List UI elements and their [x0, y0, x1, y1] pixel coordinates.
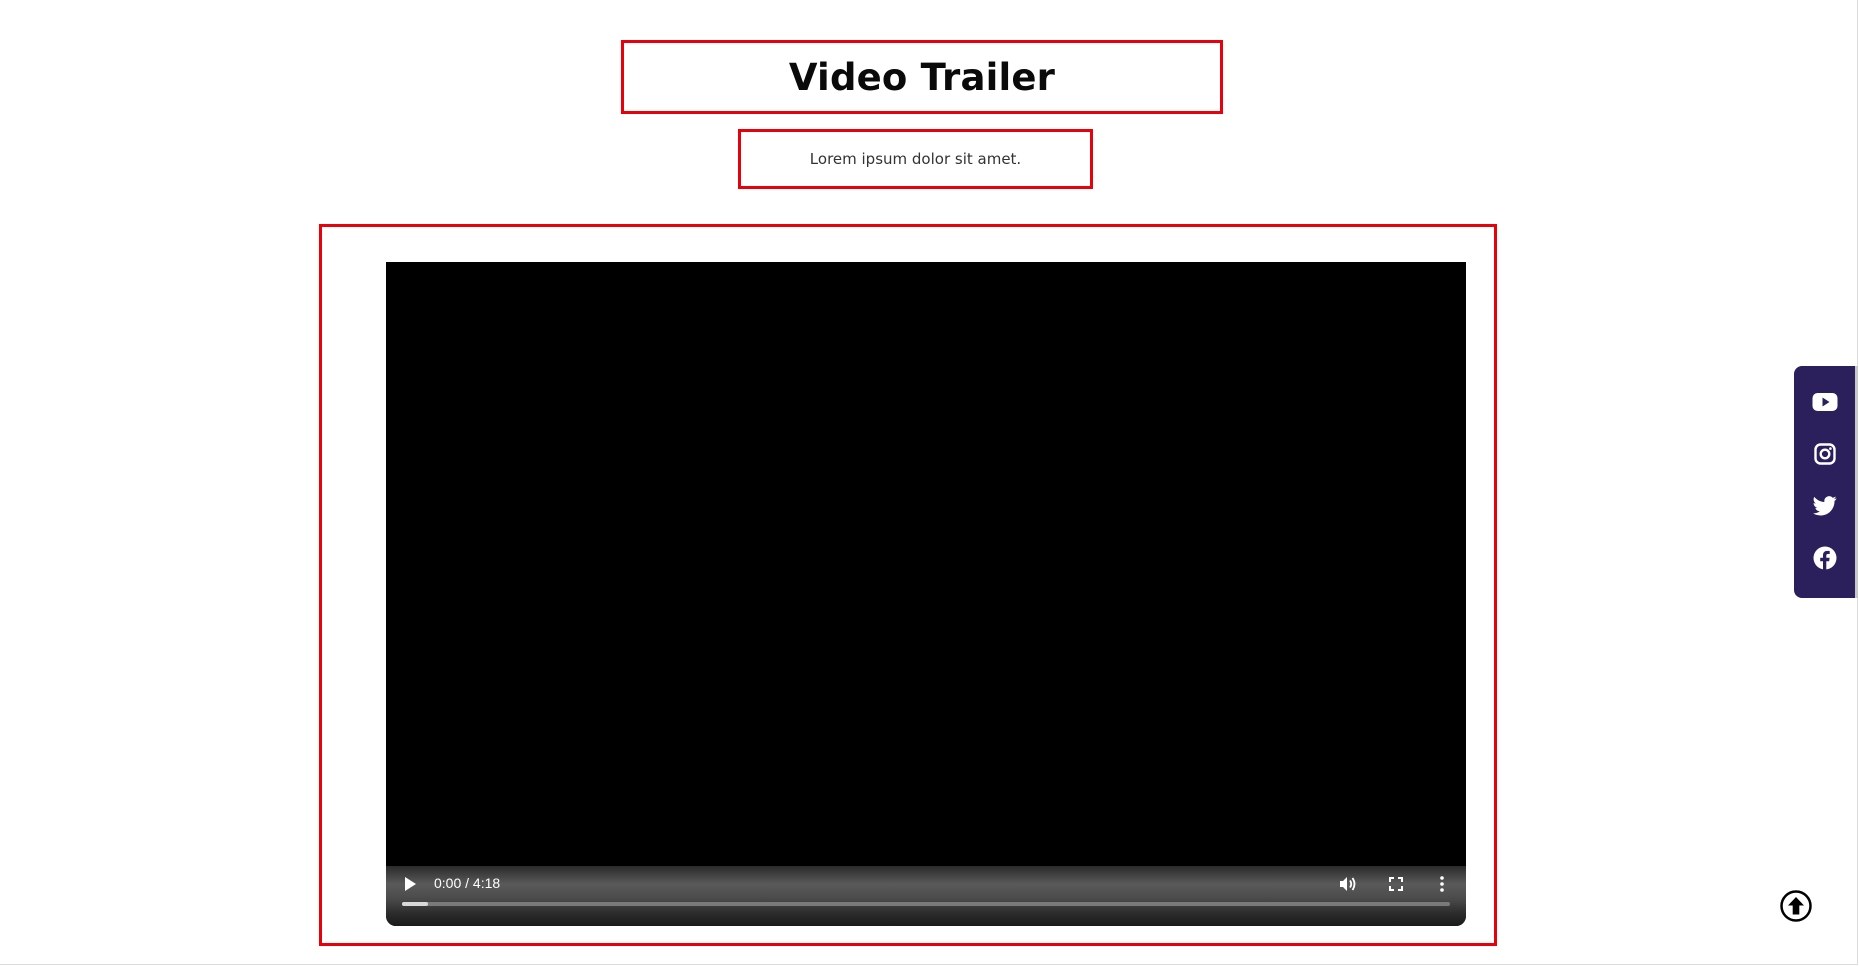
facebook-icon [1813, 546, 1837, 570]
twitter-icon [1813, 496, 1837, 516]
youtube-link[interactable] [1794, 382, 1856, 422]
mute-button[interactable] [1336, 872, 1360, 896]
page-subtitle: Lorem ipsum dolor sit amet. [809, 150, 1022, 168]
page-title: Video Trailer [788, 55, 1056, 99]
fullscreen-icon [1389, 877, 1403, 891]
sidebar-scroll-indicator [1855, 366, 1858, 598]
fullscreen-button[interactable] [1384, 872, 1408, 896]
back-to-top-button[interactable] [1780, 890, 1812, 922]
more-options-button[interactable] [1430, 872, 1454, 896]
title-box: Video Trailer [621, 40, 1223, 114]
more-options-icon [1440, 876, 1444, 892]
play-icon [405, 877, 416, 891]
subtitle-box: Lorem ipsum dolor sit amet. [738, 129, 1093, 189]
social-sidebar [1794, 366, 1856, 598]
youtube-icon [1812, 393, 1838, 411]
volume-icon [1340, 877, 1356, 891]
play-button[interactable] [398, 872, 422, 896]
twitter-link[interactable] [1794, 486, 1856, 526]
progress-bar[interactable] [402, 902, 1450, 906]
facebook-link[interactable] [1794, 538, 1856, 578]
video-player[interactable]: 0:00 / 4:18 [386, 262, 1466, 926]
time-display: 0:00 / 4:18 [434, 875, 501, 891]
instagram-icon [1814, 443, 1836, 465]
instagram-link[interactable] [1794, 434, 1856, 474]
arrow-up-circle-icon [1780, 890, 1812, 922]
video-controls: 0:00 / 4:18 [386, 866, 1466, 926]
progress-buffered [402, 902, 429, 906]
